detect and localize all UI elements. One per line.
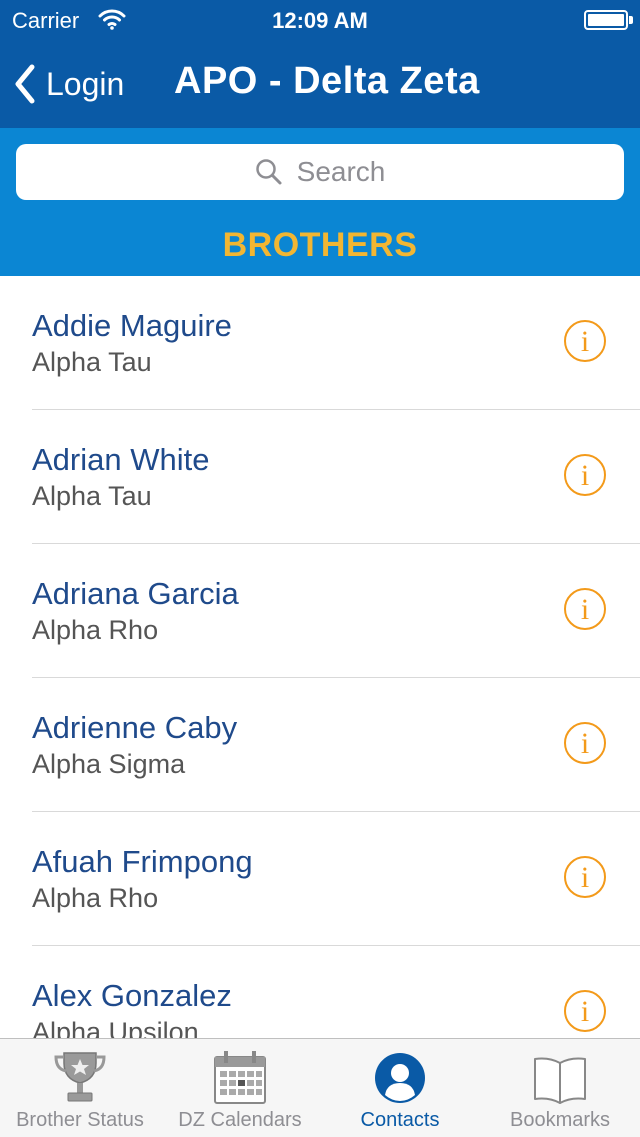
section-header: BROTHERS — [222, 226, 418, 264]
contact-icon — [373, 1047, 427, 1105]
contact-chapter: Alpha Sigma — [32, 749, 186, 779]
tab-label: Bookmarks — [509, 1109, 611, 1131]
status-time: 12:09 AM — [272, 8, 368, 33]
contact-name: Alex Gonzalez — [32, 978, 232, 1013]
info-button[interactable]: i — [564, 856, 606, 898]
tab-label: DZ Calendars — [178, 1109, 302, 1131]
contact-chapter: Alpha Upsilon — [32, 1017, 199, 1038]
status-bar: Carrier 12:09 AM — [0, 0, 640, 40]
search-icon — [255, 159, 282, 185]
info-button[interactable]: i — [564, 588, 606, 630]
contact-name: Addie Maguire — [32, 308, 232, 343]
page-title: APO - Delta Zeta — [174, 60, 480, 102]
list-item[interactable]: Addie Maguire Alpha Tau i — [0, 276, 640, 410]
navigation-header: Carrier 12:09 AM Login APO - Delta Zeta — [0, 0, 640, 128]
info-button[interactable]: i — [564, 320, 606, 362]
tab-bar: Brother Status DZ Calendars Contacts Boo… — [0, 1038, 640, 1137]
back-button-label: Login — [46, 65, 125, 102]
search-input[interactable]: Search — [16, 144, 624, 200]
battery-tip — [629, 16, 633, 24]
tab-label: Contacts — [360, 1109, 440, 1131]
tab-bookmarks[interactable]: Bookmarks — [480, 1039, 640, 1137]
calendar-icon — [212, 1047, 268, 1105]
tab-brother-status[interactable]: Brother Status — [0, 1039, 160, 1137]
contact-name: Afuah Frimpong — [32, 844, 253, 879]
info-button[interactable]: i — [564, 722, 606, 764]
contact-name: Adrian White — [32, 442, 210, 477]
search-placeholder: Search — [296, 156, 386, 187]
tab-label: Brother Status — [16, 1109, 144, 1131]
contact-chapter: Alpha Tau — [32, 481, 152, 511]
search-area: Search BROTHERS — [0, 128, 640, 276]
contact-name: Adrienne Caby — [32, 710, 238, 745]
contact-chapter: Alpha Rho — [32, 883, 159, 913]
list-item[interactable]: Adriana Garcia Alpha Rho i — [0, 544, 640, 678]
tab-contacts[interactable]: Contacts — [320, 1039, 480, 1137]
list-item[interactable]: Alex Gonzalez Alpha Upsilon i — [0, 946, 640, 1038]
chevron-left-icon — [15, 64, 35, 104]
list-item[interactable]: Adrian White Alpha Tau i — [0, 410, 640, 544]
contact-chapter: Alpha Tau — [32, 347, 152, 377]
list-item[interactable]: Afuah Frimpong Alpha Rho i — [0, 812, 640, 946]
back-button[interactable]: Login — [14, 62, 124, 106]
info-button[interactable]: i — [564, 990, 606, 1032]
battery-level-fill — [588, 14, 624, 26]
contact-list[interactable]: Addie Maguire Alpha Tau i Adrian White Alpha… — [0, 276, 640, 1038]
battery-icon — [584, 10, 628, 30]
contact-name: Adriana Garcia — [32, 576, 239, 611]
tab-dz-calendars[interactable]: DZ Calendars — [160, 1039, 320, 1137]
book-icon — [531, 1047, 589, 1105]
trophy-icon — [50, 1047, 110, 1105]
contact-chapter: Alpha Rho — [32, 615, 159, 645]
info-button[interactable]: i — [564, 454, 606, 496]
list-item[interactable]: Adrienne Caby Alpha Sigma i — [0, 678, 640, 812]
